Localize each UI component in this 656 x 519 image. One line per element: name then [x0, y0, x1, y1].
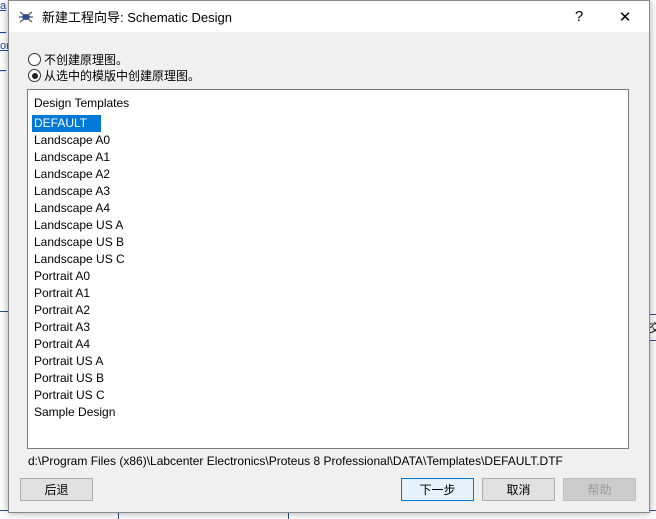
template-path: d:\Program Files (x86)\Labcenter Electro… — [28, 454, 563, 468]
template-item[interactable]: Portrait US C — [32, 387, 107, 404]
radio-from-template[interactable]: 从选中的模版中创建原理图。 — [28, 67, 200, 84]
radio-button[interactable] — [28, 53, 41, 66]
template-item[interactable]: Landscape US C — [32, 251, 127, 268]
template-list[interactable]: Design Templates DEFAULT Landscape A0 Land… — [27, 89, 629, 449]
radio-button[interactable] — [28, 69, 41, 82]
close-icon[interactable]: ✕ — [605, 1, 645, 32]
template-item[interactable]: Landscape A1 — [32, 149, 112, 166]
next-button[interactable]: 下一步 — [401, 478, 474, 501]
back-button[interactable]: 后退 — [20, 478, 93, 501]
template-item[interactable]: Landscape A3 — [32, 183, 112, 200]
template-item[interactable]: Portrait US A — [32, 353, 105, 370]
template-item[interactable]: Landscape US B — [32, 234, 126, 251]
template-item[interactable]: Portrait A1 — [32, 285, 92, 302]
title-bar: 新建工程向导: Schematic Design ? ✕ — [9, 1, 649, 32]
template-item[interactable]: Portrait A3 — [32, 319, 92, 336]
bg-link: _ — [0, 22, 7, 34]
template-item[interactable]: Portrait A2 — [32, 302, 92, 319]
template-item[interactable]: DEFAULT — [32, 115, 102, 132]
template-item[interactable]: Portrait A4 — [32, 336, 92, 353]
radio-label: 不创建原理图。 — [44, 53, 129, 67]
template-item[interactable]: Portrait A0 — [32, 268, 92, 285]
help-icon[interactable]: ? — [559, 1, 599, 32]
bg-link: _ — [0, 60, 7, 72]
cancel-button[interactable]: 取消 — [482, 478, 555, 501]
template-item[interactable]: Landscape A2 — [32, 166, 112, 183]
radio-label: 从选中的模版中创建原理图。 — [44, 69, 201, 83]
new-project-wizard-dialog: 新建工程向导: Schematic Design ? ✕ 不创建原理图。 从选中… — [8, 0, 650, 513]
list-header: Design Templates — [34, 96, 130, 110]
bg-text: 交 — [649, 321, 656, 335]
template-item[interactable]: Landscape A0 — [32, 132, 112, 149]
proteus-app-icon — [18, 9, 34, 25]
dialog-title: 新建工程向导: Schematic Design — [42, 10, 232, 25]
bg-link: a — [0, 0, 7, 12]
template-item[interactable]: Landscape A4 — [32, 200, 112, 217]
template-item[interactable]: Landscape US A — [32, 217, 125, 234]
radio-no-schematic[interactable]: 不创建原理图。 — [28, 51, 128, 68]
template-item[interactable]: Portrait US B — [32, 370, 106, 387]
help-button: 帮助 — [563, 478, 636, 501]
template-item[interactable]: Sample Design — [32, 404, 117, 421]
